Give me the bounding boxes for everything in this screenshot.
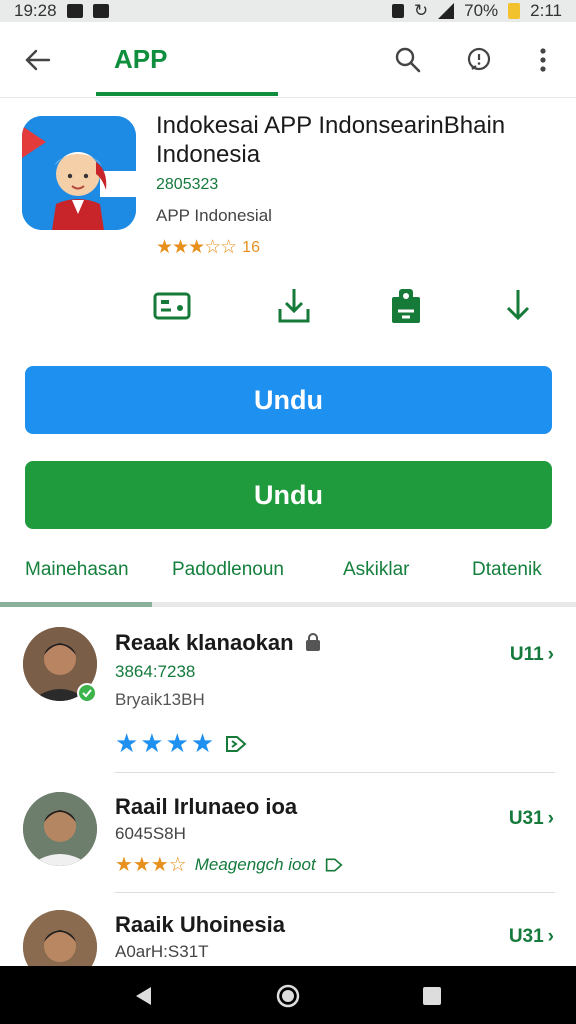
- tab-4[interactable]: Dtatenik: [472, 559, 542, 581]
- reviewer-name: Reaak klanaokan: [115, 630, 322, 656]
- search-icon[interactable]: [388, 40, 428, 80]
- signal-icon: [438, 3, 455, 19]
- share-icon[interactable]: [224, 733, 248, 755]
- notification-icon-2: [92, 4, 109, 18]
- review-stars: ★★★☆: [115, 854, 187, 876]
- home-nav-icon[interactable]: [273, 981, 303, 1011]
- status-bar: 19:28 ↻ 70% 2:11: [0, 0, 576, 22]
- chevron-right-icon: ›: [547, 808, 554, 829]
- review-meta[interactable]: U11 ›: [510, 644, 554, 666]
- chevron-right-icon: ›: [547, 644, 554, 665]
- app-rating: ★★★☆☆ 16: [156, 236, 260, 259]
- tab-bar: Mainehasan Padodlenoun Askiklar Dtatenik: [0, 545, 576, 607]
- notification-icon: [66, 4, 83, 18]
- review-meta[interactable]: U31 ›: [509, 808, 554, 830]
- app-icon: [22, 116, 136, 230]
- review-rating: ★★★★: [115, 728, 248, 759]
- reviewer-name: Raail Irlunaeo ioa: [115, 794, 298, 819]
- share-icon[interactable]: [324, 856, 344, 874]
- more-options-icon[interactable]: [523, 40, 563, 80]
- app-developer[interactable]: APP Indonesial: [156, 206, 272, 226]
- rating-stars: ★★★☆☆: [156, 237, 237, 258]
- tab-2[interactable]: Padodlenoun: [172, 559, 284, 581]
- lock-icon: [305, 633, 320, 651]
- status-time: 19:28: [14, 1, 57, 20]
- avatar: [23, 792, 97, 866]
- row-divider: [115, 772, 555, 773]
- review-rating: ★★★☆ Meagengch ioot: [115, 852, 344, 877]
- chevron-right-icon: ›: [547, 926, 554, 947]
- install-icon[interactable]: [274, 286, 314, 326]
- review-id: 6045S8H: [115, 824, 186, 843]
- sync-icon: ↻: [413, 1, 429, 20]
- verified-badge-icon: [77, 683, 97, 703]
- store-icon[interactable]: [386, 286, 426, 326]
- reviewer-name: Raaik Uhoinesia: [115, 912, 285, 937]
- chat-icon[interactable]: [459, 40, 499, 80]
- back-arrow-icon[interactable]: [18, 40, 58, 80]
- review-id: 3864:7238: [115, 662, 196, 681]
- review-meta[interactable]: U31 ›: [509, 926, 554, 948]
- row-divider: [115, 892, 555, 893]
- app-bar: APP: [0, 22, 576, 98]
- app-id: 2805323: [156, 176, 219, 193]
- review-note: Meagengch ioot: [194, 854, 316, 874]
- page-title[interactable]: APP: [114, 44, 167, 75]
- secondary-download-button[interactable]: Undu: [25, 461, 552, 529]
- primary-download-button[interactable]: Undu: [25, 366, 552, 434]
- status-clock: 2:11: [530, 1, 562, 20]
- card-icon[interactable]: [152, 286, 192, 326]
- tab-1[interactable]: Mainehasan: [25, 559, 129, 581]
- download-icon[interactable]: [498, 286, 538, 326]
- recents-nav-icon[interactable]: [417, 981, 447, 1011]
- review-id: A0arH:S31T: [115, 942, 209, 961]
- review-stars: ★★★★: [115, 728, 217, 758]
- battery-percent: 70%: [464, 1, 499, 20]
- system-nav-bar: [0, 966, 576, 1024]
- tab-active-indicator: [0, 602, 152, 607]
- vibrate-icon: [391, 4, 404, 18]
- tab-3[interactable]: Askiklar: [343, 559, 410, 581]
- rating-count: 16: [242, 238, 260, 256]
- title-tab-indicator: [96, 92, 278, 96]
- review-handle: Bryaik13BH: [115, 690, 205, 709]
- app-name: Indokesai APP IndonsearinBhain Indonesia: [156, 112, 506, 168]
- back-nav-icon[interactable]: [128, 981, 158, 1011]
- battery-icon: [508, 3, 521, 19]
